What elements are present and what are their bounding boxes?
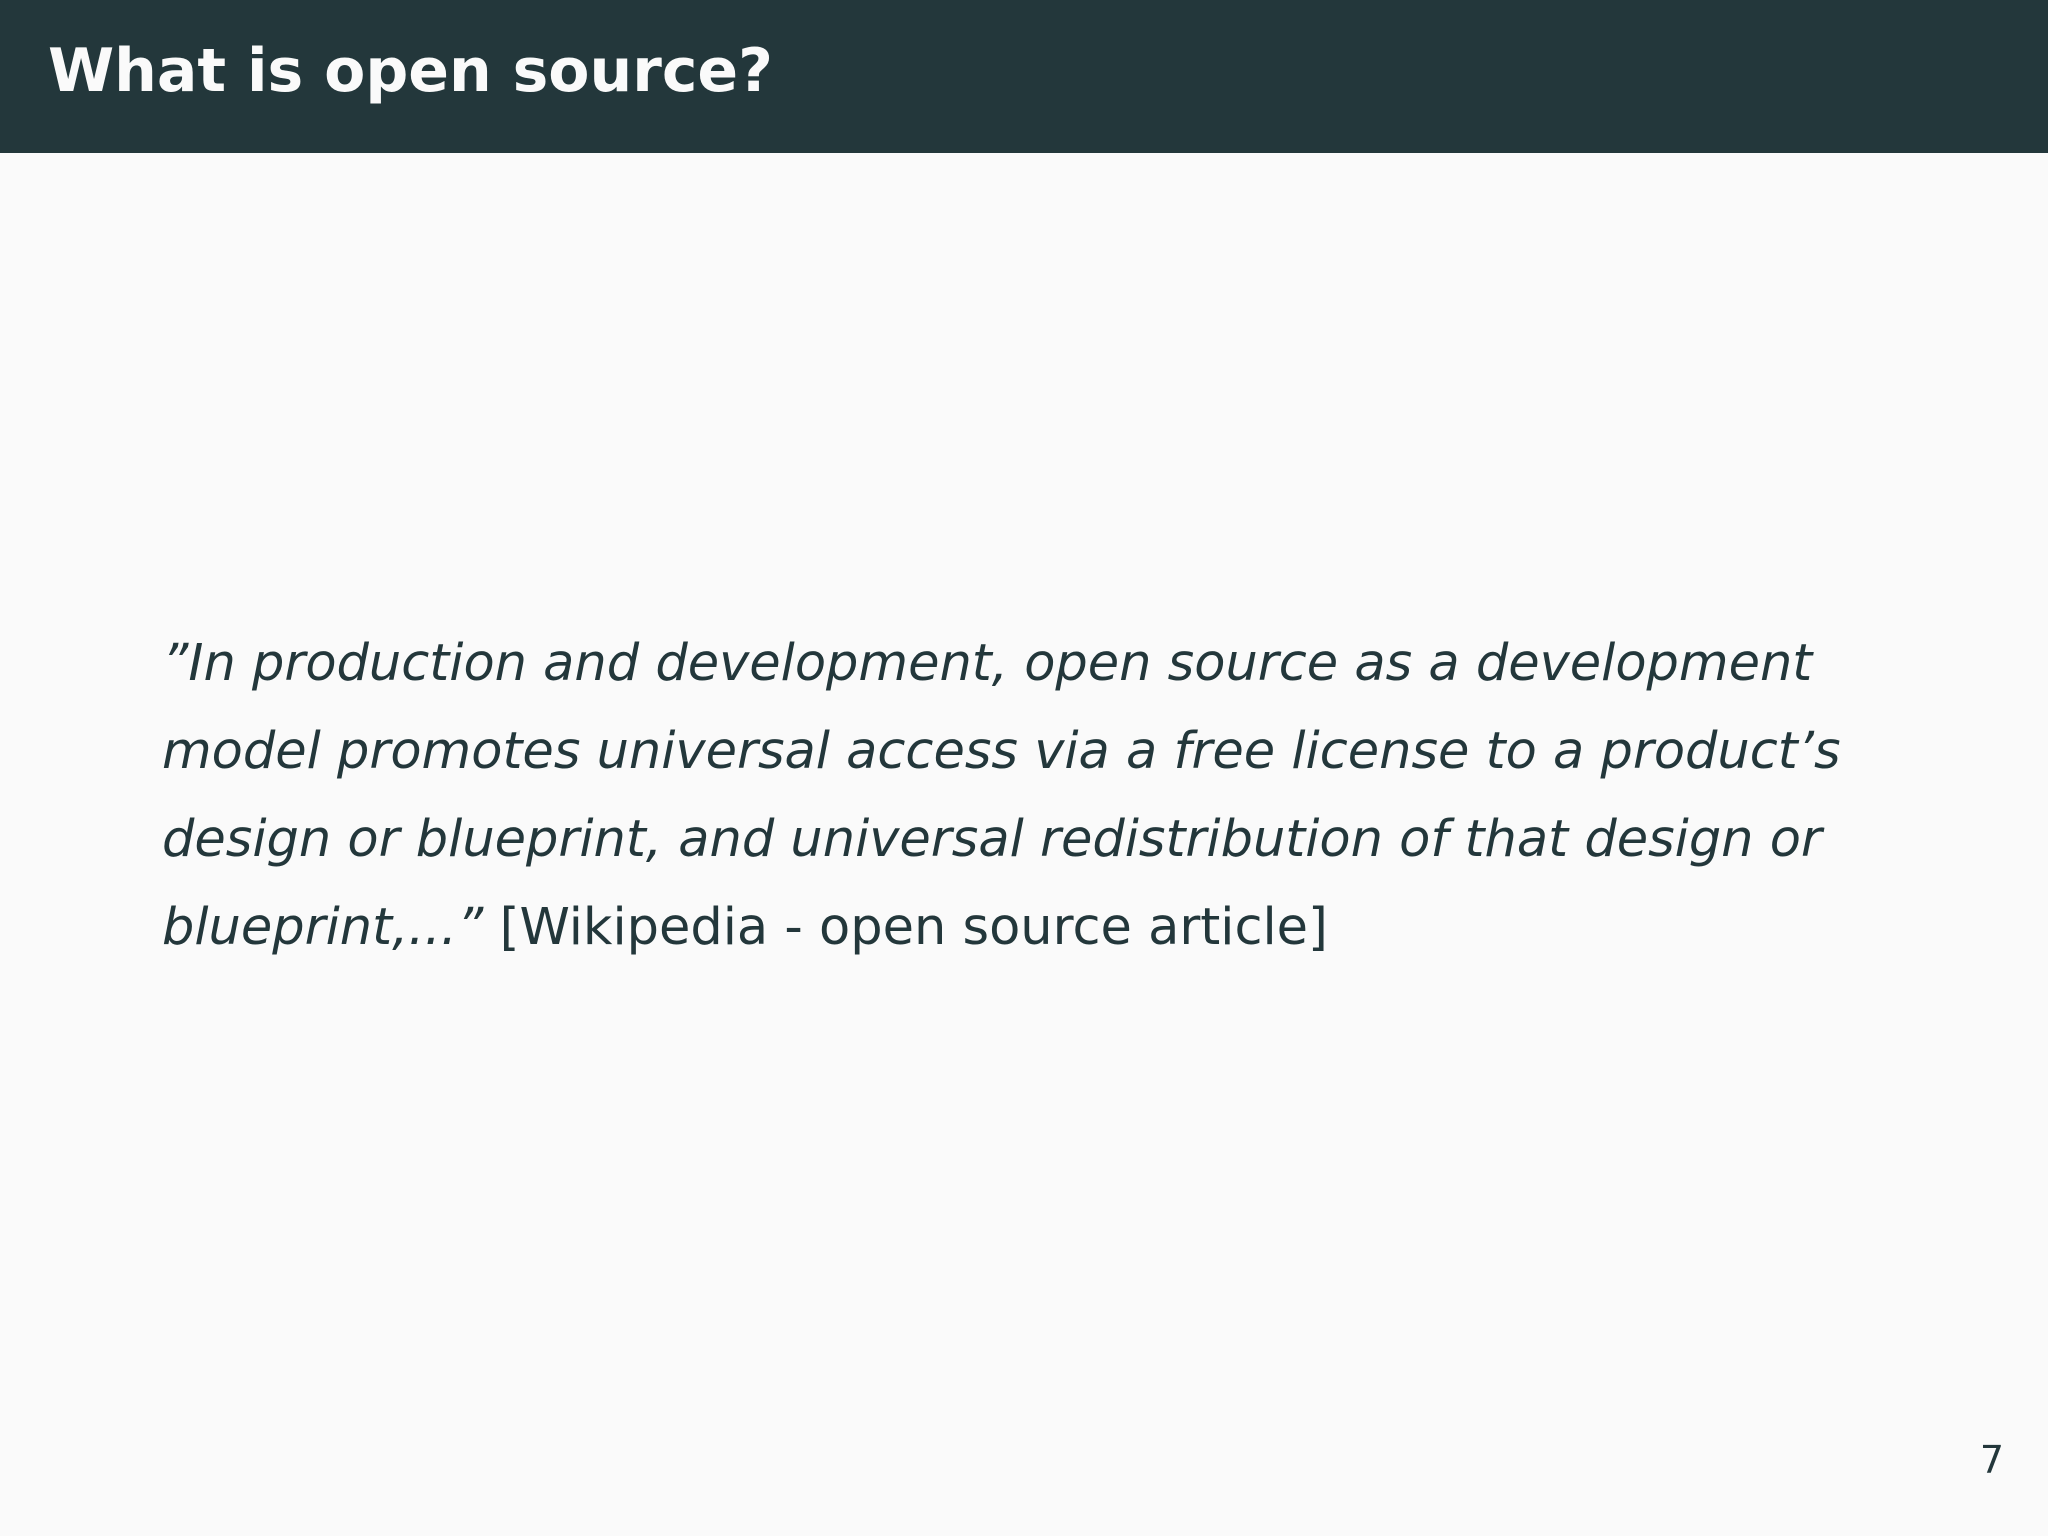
citation: [Wikipedia - open source article] [499,898,1328,957]
quote-block: ”In production and development, open sou… [162,620,1882,972]
slide-title: What is open source? [48,36,773,106]
page-number: 7 [1979,1438,2004,1482]
slide: What is open source? ”In production and … [0,0,2048,1536]
title-bar: What is open source? [0,0,2048,153]
